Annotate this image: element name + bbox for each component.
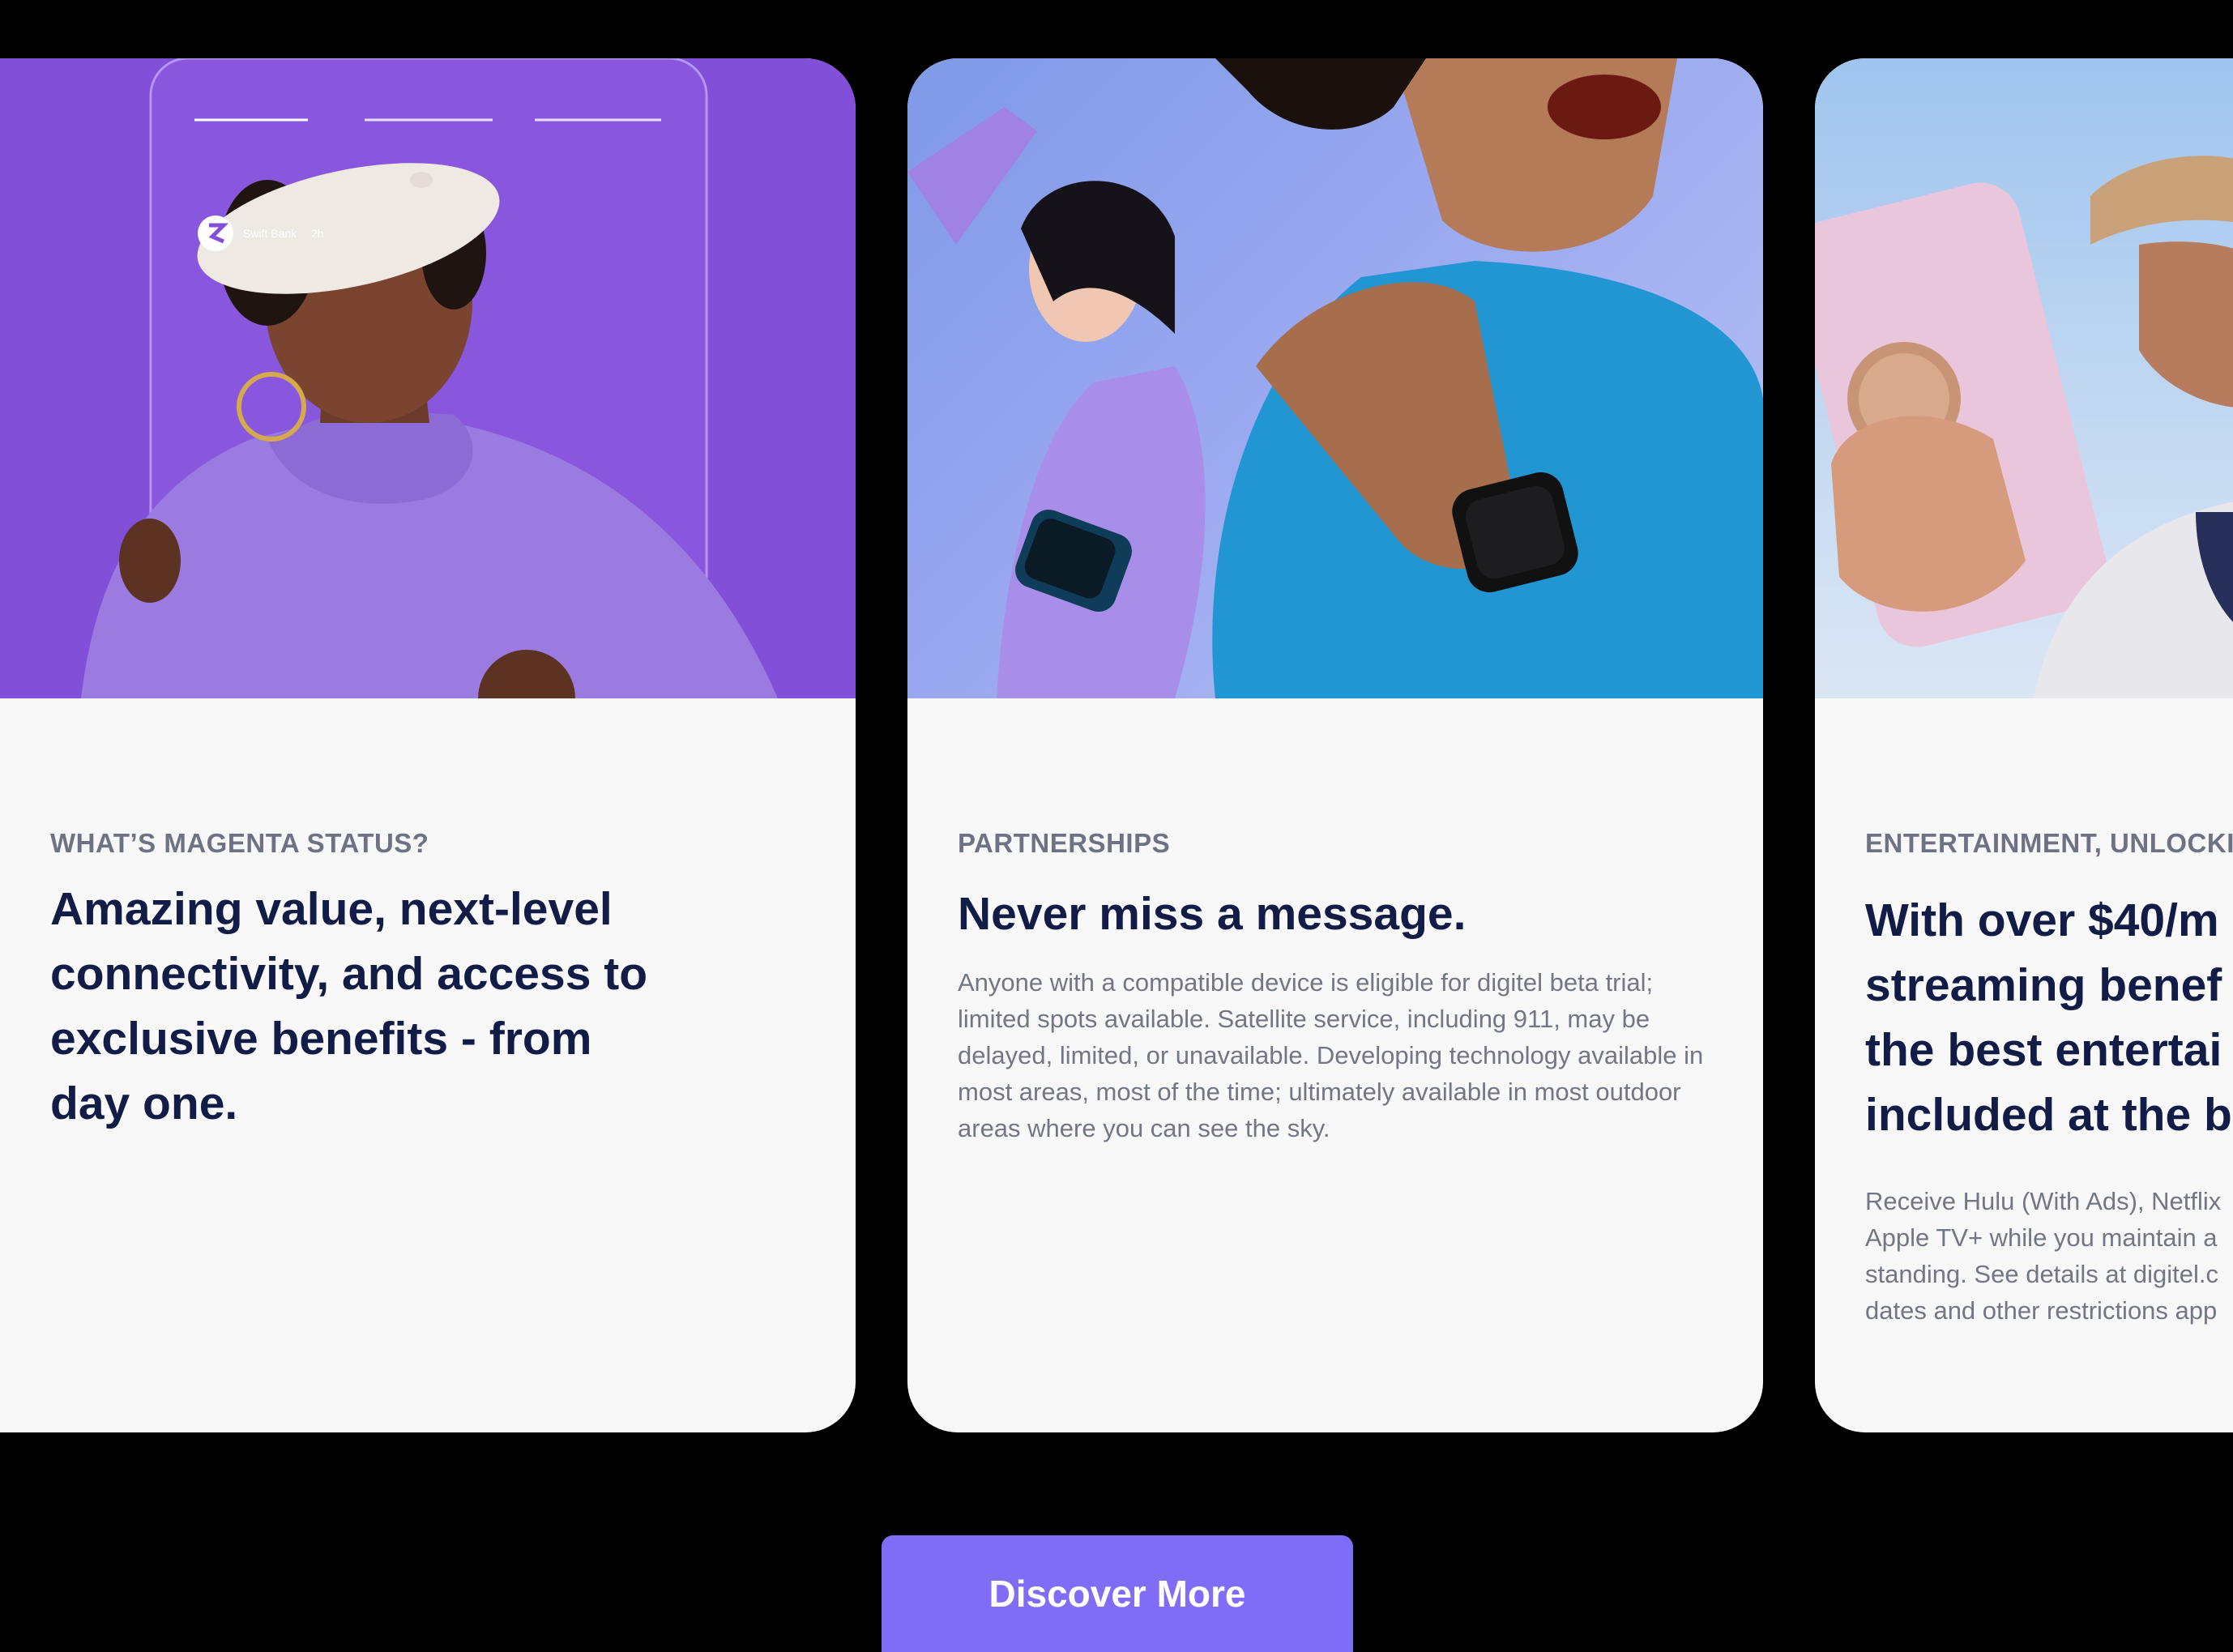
card-content: ENTERTAINMENT, UNLOCKI With over $40/m s…	[1865, 828, 2233, 1329]
card-content: WHAT’S MAGENTA STATUS? Amazing value, ne…	[50, 828, 807, 1136]
card-body: Receive Hulu (With Ads), Netflix Apple T…	[1865, 1183, 2233, 1329]
card-headline: Never miss a message.	[958, 888, 1467, 940]
card-photo-phone-woman	[1815, 58, 2233, 698]
entertainment-card[interactable]: ENTERTAINMENT, UNLOCKI With over $40/m s…	[1815, 58, 2233, 1432]
discover-more-button[interactable]: Discover More	[882, 1535, 1353, 1652]
card-photo-smartwatch-people	[907, 58, 1763, 698]
headline-line: included at the b	[1865, 1089, 2232, 1141]
post-time-label: 2h	[311, 227, 324, 240]
headline-line: the best entertai	[1865, 1024, 2222, 1076]
card-eyebrow: ENTERTAINMENT, UNLOCKI	[1865, 828, 2233, 858]
body-line: dates and other restrictions app	[1865, 1296, 2218, 1325]
smartwatch-illustration	[907, 58, 1763, 698]
magenta-status-card[interactable]: Swift Bank 2h WHAT’S MAGENTA STATUS? Ama…	[0, 58, 856, 1432]
card-eyebrow: WHAT’S MAGENTA STATUS?	[50, 828, 429, 858]
card-headline: With over $40/m streaming benef the best…	[1865, 888, 2233, 1147]
card-content: PARTNERSHIPS Never miss a message. Anyon…	[958, 828, 1714, 1146]
card-body: Anyone with a compatible device is eligi…	[958, 968, 1704, 1142]
body-line: standing. See details at digitel.c	[1865, 1260, 2218, 1288]
body-line: Apple TV+ while you maintain a	[1865, 1223, 2218, 1252]
phone-woman-illustration	[1815, 156, 2233, 698]
card-eyebrow: PARTNERSHIPS	[958, 828, 1171, 858]
card-headline: Amazing value, next-level connectivity, …	[50, 883, 648, 1129]
headline-line: With over $40/m	[1865, 894, 2219, 946]
card-photo-woman-beret: Swift Bank 2h	[0, 58, 856, 698]
headline-line: streaming benef	[1865, 959, 2222, 1011]
partnerships-card[interactable]: PARTNERSHIPS Never miss a message. Anyon…	[907, 58, 1763, 1432]
woman-beret-illustration	[81, 58, 778, 698]
body-line: Receive Hulu (With Ads), Netflix	[1865, 1187, 2222, 1215]
swift-bank-label: Swift Bank	[243, 227, 297, 240]
